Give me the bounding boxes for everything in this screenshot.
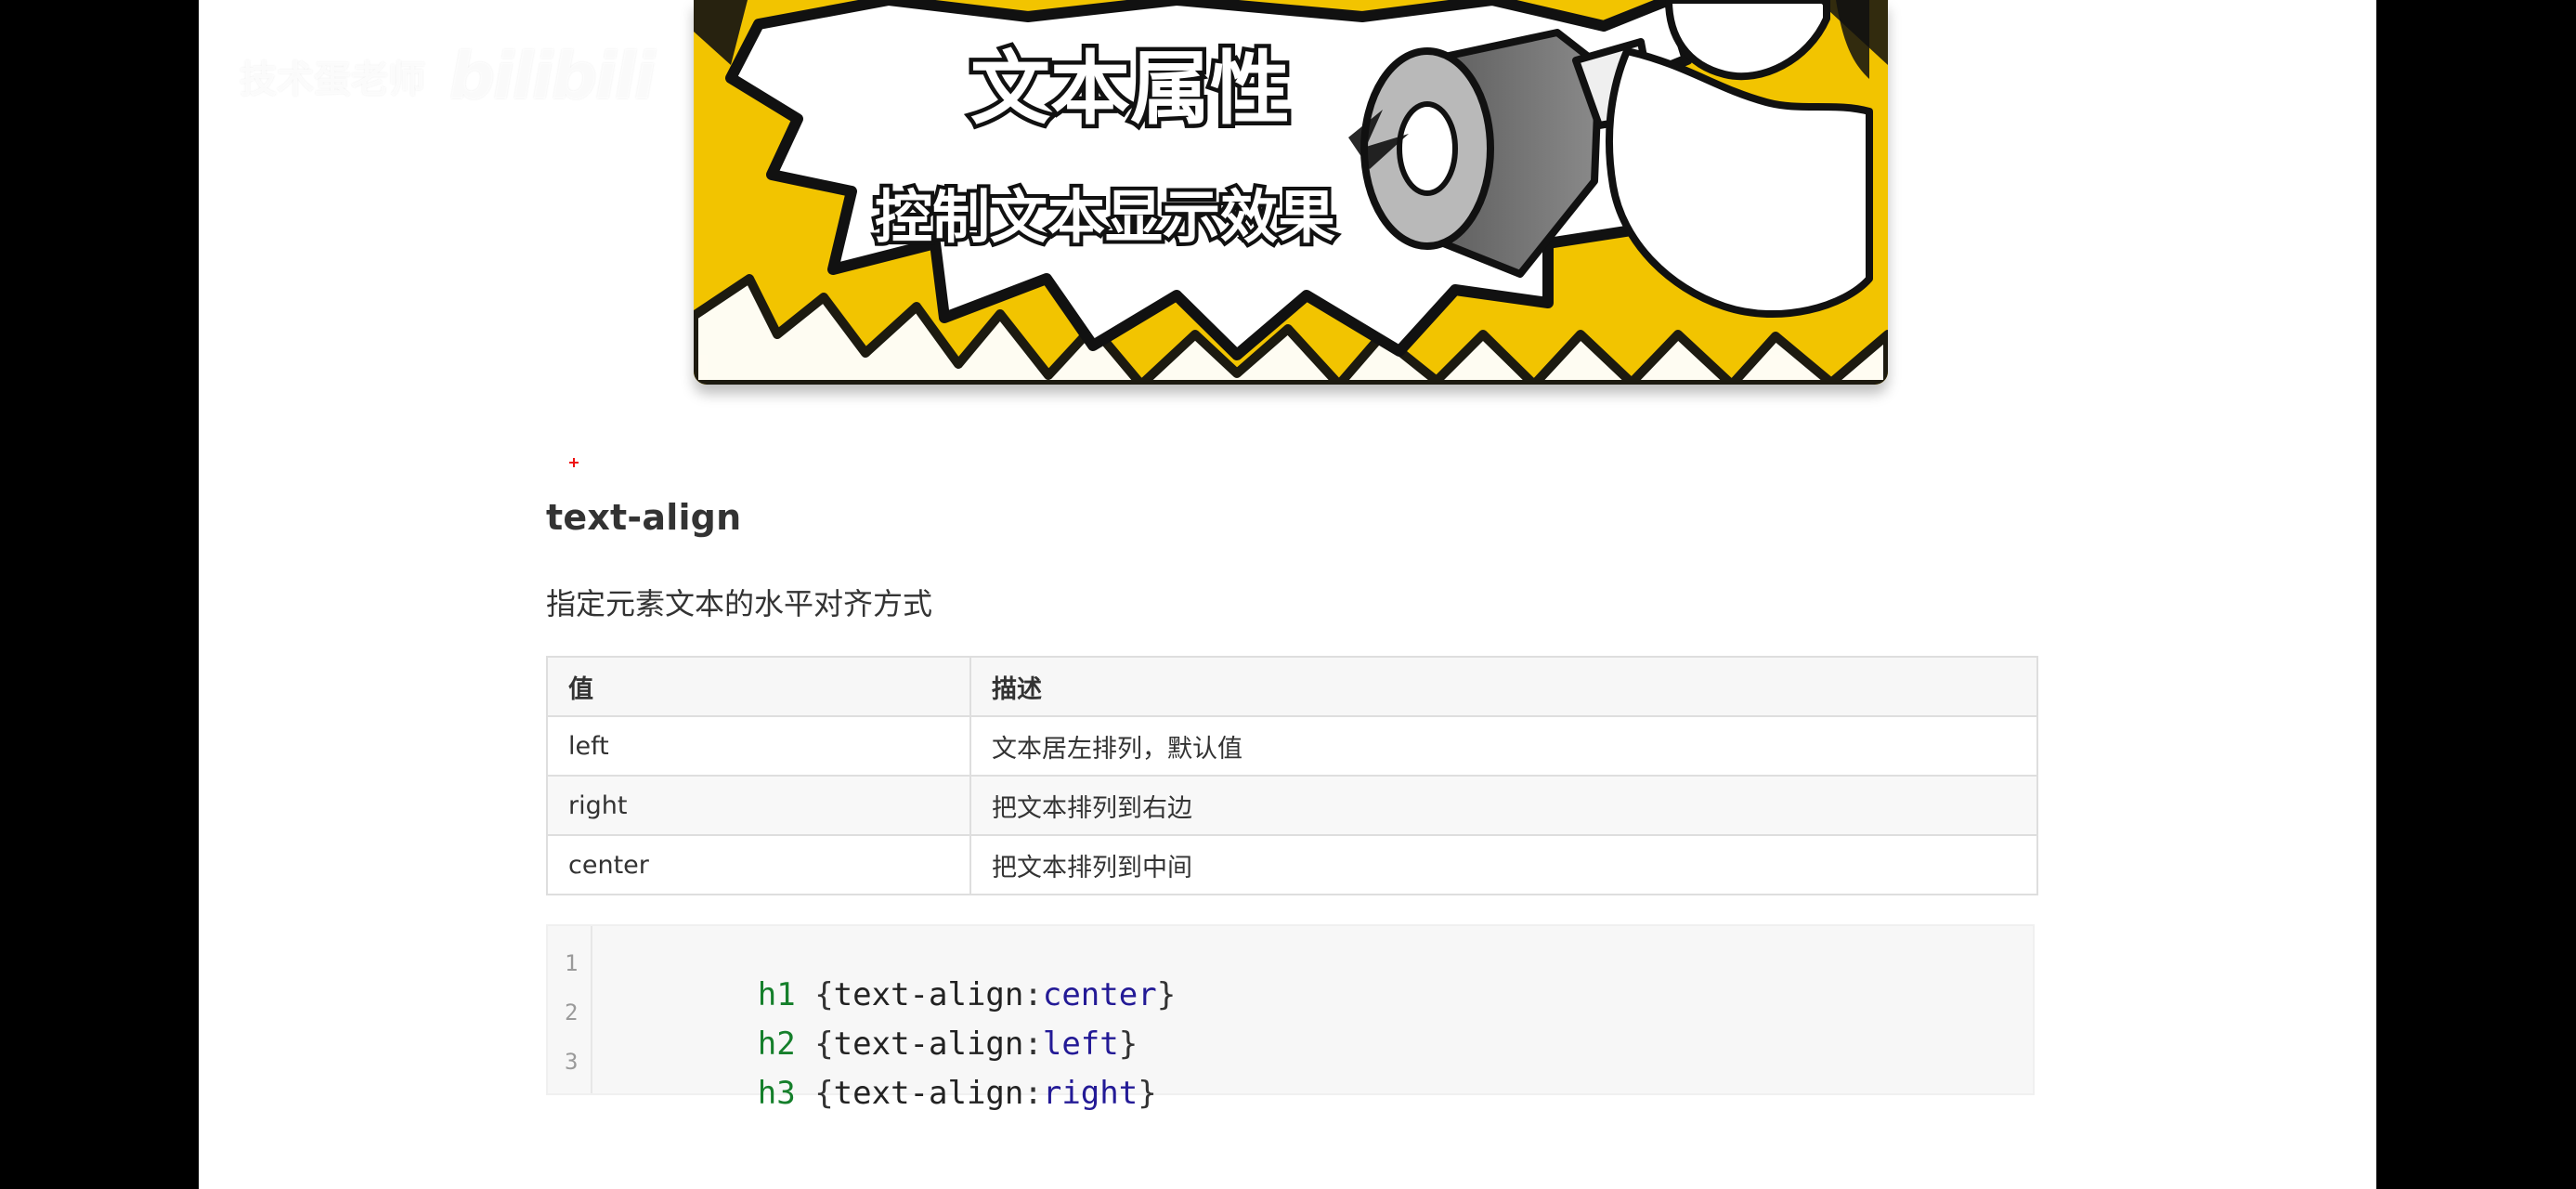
css-open-brace: { — [795, 1075, 834, 1112]
code-line: h3 {text-align:right} — [605, 1038, 1157, 1149]
line-number: 2 — [565, 1000, 579, 1026]
banner-subtitle: 控制文本显示效果 — [875, 183, 1335, 251]
css-colon: : — [1023, 1075, 1043, 1112]
table-row: left 文本居左排列，默认值 — [548, 715, 2036, 776]
table-cell-value: left — [548, 715, 971, 776]
values-table: 值 描述 left 文本居左排列，默认值 right 把文本排列到右边 cent… — [546, 656, 2038, 895]
table-header-value: 值 — [548, 658, 971, 716]
code-block: 1 2 3 h1 {text-align:center} h2 {text-al… — [546, 924, 2035, 1112]
css-close-brace: } — [1138, 1075, 1157, 1112]
banner-image: 文本属性 控制文本显示效果 — [694, 0, 1888, 385]
code-line-numbers: 1 2 3 — [548, 926, 592, 1093]
css-value: right — [1042, 1075, 1138, 1112]
section-title: text-align — [546, 497, 742, 538]
table-cell-description: 文本居左排列，默认值 — [970, 715, 2036, 776]
banner-title: 文本属性 — [970, 43, 1290, 136]
line-number: 1 — [565, 950, 579, 976]
red-plus-marker — [568, 457, 579, 468]
table-row: center 把文本排列到中间 — [548, 834, 2036, 894]
table-cell-value: center — [548, 834, 971, 894]
css-selector: h3 — [757, 1075, 796, 1112]
section-description: 指定元素文本的水平对齐方式 — [546, 586, 933, 621]
table-cell-description: 把文本排列到中间 — [970, 834, 2036, 894]
banner-illustration: 文本属性 控制文本显示效果 — [694, 0, 1888, 385]
code-lines: h1 {text-align:center} h2 {text-align:le… — [605, 926, 2014, 1112]
table-cell-description: 把文本排列到右边 — [970, 775, 2036, 835]
screen: 技术蛋老师 bilibili 文本属性 控制文本显示效果 text-align … — [0, 0, 2576, 1189]
table-header-row: 值 描述 — [548, 658, 2036, 716]
line-number: 3 — [565, 1049, 579, 1075]
table-cell-value: right — [548, 775, 971, 835]
css-close-brace: } — [1156, 976, 1177, 1013]
css-property: text-align — [833, 1075, 1024, 1112]
text-align-values-table: 值 描述 left 文本居左排列，默认值 right 把文本排列到右边 cent… — [548, 658, 2036, 894]
table-row: right 把文本排列到右边 — [548, 775, 2036, 835]
table-header-description: 描述 — [970, 658, 2036, 716]
